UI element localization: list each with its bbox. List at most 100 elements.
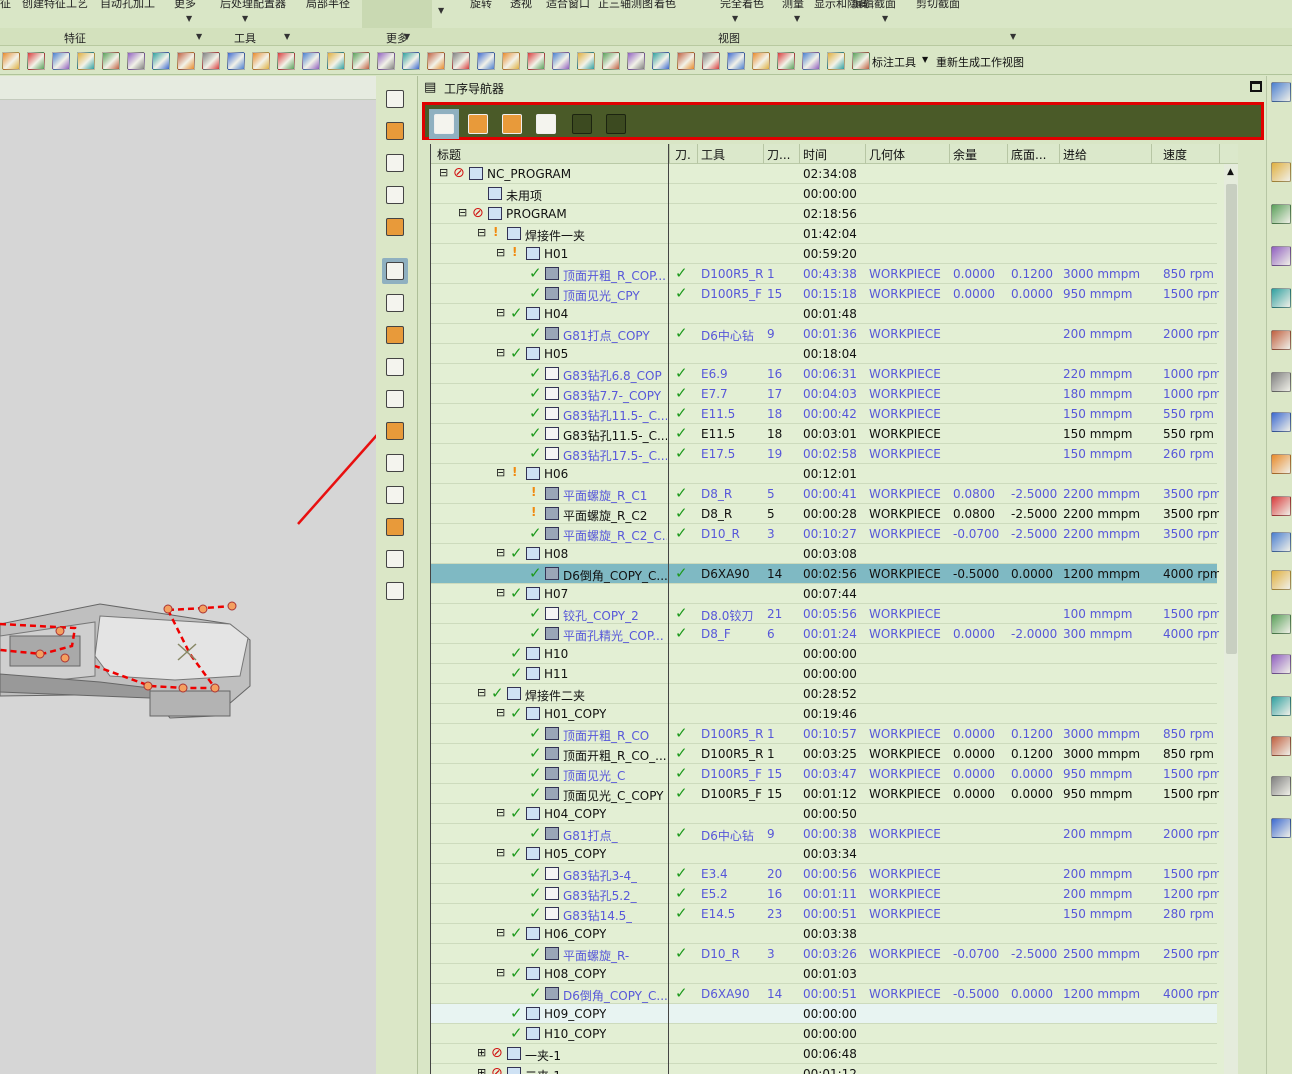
ribbon-item-11[interactable]: 完全着色 (720, 0, 764, 11)
fullshade-chevron-down-icon[interactable]: ▼ (794, 14, 800, 23)
table-row[interactable]: ✓ D6倒角_COPY_C... ✓ D6XA90 14 00:00:51 WORKPIEC… (431, 984, 1219, 1004)
table-row[interactable]: ✓ 平面孔精光_COP... ✓ D8_F 6 00:01:24 WORKPIECE 0.00… (431, 624, 1219, 644)
operation-name[interactable]: G83钻孔11.5-_C... (563, 427, 667, 444)
toolbar-tool-icon[interactable] (327, 52, 345, 70)
insert-tool-icon[interactable] (382, 86, 408, 112)
group-chevron-down-icon[interactable]: ▼ (196, 32, 202, 41)
operation-name[interactable]: 焊接件一夹 (525, 227, 585, 244)
operation-name[interactable]: H08 (544, 547, 568, 561)
insert-tool-icon[interactable] (382, 354, 408, 380)
operation-name[interactable]: 平面孔精光_COP... (563, 627, 664, 644)
operation-name[interactable]: H01 (544, 247, 568, 261)
chevron-down-icon[interactable]: ▼ (922, 55, 928, 64)
more-chevron-down-icon[interactable]: ▼ (186, 14, 192, 23)
table-row[interactable]: ⊟! 焊接件一夹 01:42:04 (431, 224, 1217, 244)
toolbar-tool-icon[interactable] (427, 52, 445, 70)
filter-icon[interactable] (567, 109, 597, 139)
toolbar-tool-icon[interactable] (152, 52, 170, 70)
maximize-icon[interactable] (1250, 81, 1262, 92)
toolbar-tool-icon[interactable] (27, 52, 45, 70)
expand-toggle-icon[interactable]: ⊟ (496, 586, 505, 599)
toolbar-tool-icon[interactable] (52, 52, 70, 70)
operation-name[interactable]: G83钻14.5_ (563, 907, 632, 924)
table-row[interactable]: ✓ H10_COPY 00:00:00 (431, 1024, 1217, 1044)
ribbon-item-10[interactable]: 着色 (654, 0, 676, 11)
column-header-6[interactable]: 余量 (953, 146, 977, 163)
table-row[interactable]: ✓ G83钻孔5.2_ ✓ E5.2 16 00:01:11 WORKPIECE 200 mm… (431, 884, 1219, 904)
resource-tab-icon[interactable] (1271, 204, 1291, 224)
toolbar-tool-icon[interactable] (677, 52, 695, 70)
ribbon-collapse-chevron-icon[interactable]: ▼ (438, 6, 444, 15)
toolbar-tool-icon[interactable] (652, 52, 670, 70)
ribbon-item-4[interactable]: 后处理配置器 (220, 0, 286, 11)
toolbar-tool-icon[interactable] (802, 52, 820, 70)
ribbon-item-9[interactable]: 正三轴测图 (598, 0, 653, 11)
table-row[interactable]: ✓ H09_COPY 00:00:00 (431, 1004, 1217, 1024)
ribbon-item-14[interactable]: 编辑截面 (852, 0, 896, 11)
ribbon-item-12[interactable]: 测量 (782, 0, 804, 11)
toolbar-tool-icon[interactable] (377, 52, 395, 70)
toolbar-tool-icon[interactable] (852, 52, 870, 70)
toolbar-tool-icon[interactable] (252, 52, 270, 70)
column-header-2[interactable]: 工具 (701, 146, 725, 163)
graphics-viewport[interactable] (0, 76, 376, 1074)
program-order-view-icon[interactable] (429, 109, 459, 139)
table-row[interactable]: ⊟ ✓ H01_COPY 00:19:46 (431, 704, 1217, 724)
toolbar-tool-icon[interactable] (402, 52, 420, 70)
table-row[interactable]: ⊟ ✓ H07 00:07:44 (431, 584, 1217, 604)
clear-filter-icon[interactable] (601, 109, 631, 139)
table-row[interactable]: ⊟ ✓ H06_COPY 00:03:38 (431, 924, 1217, 944)
toolbar-tool-icon[interactable] (727, 52, 745, 70)
ribbon-item-8[interactable]: 适合窗口 (546, 0, 590, 11)
ribbon-item-1[interactable]: 创建特征工艺 (22, 0, 88, 11)
resource-tab-icon[interactable] (1271, 288, 1291, 308)
annotation-tool-menu[interactable]: 标注工具 (872, 54, 916, 70)
table-row[interactable]: ✓ G83钻孔3-4_ ✓ E3.4 20 00:00:56 WORKPIECE 200 mm… (431, 864, 1219, 884)
operation-name[interactable]: H01_COPY (544, 707, 606, 721)
operation-name[interactable]: H04_COPY (544, 807, 606, 821)
operation-name[interactable]: 顶面开粗_R_CO (563, 727, 649, 744)
table-row[interactable]: ✓ H11 00:00:00 (431, 664, 1217, 684)
table-row[interactable]: ⊟! H06 00:12:01 (431, 464, 1217, 484)
table-row[interactable]: ✓ 顶面开粗_R_CO_... ✓ D100R5_R 1 00:03:25 WORKPIEC… (431, 744, 1217, 764)
toolbar-tool-icon[interactable] (602, 52, 620, 70)
operation-name[interactable]: G83钻孔6.8_COP (563, 367, 662, 384)
table-row[interactable]: ✓ G81打点_COPY ✓ D6中心钻 9 00:01:36 WORKPIECE 200 m… (431, 324, 1219, 344)
table-row[interactable]: ⊟ ✓ H04_COPY 00:00:50 (431, 804, 1217, 824)
table-row[interactable]: ✓ 顶面见光_C ✓ D100R5_F 15 00:03:47 WORKPIECE 0.000… (431, 764, 1219, 784)
operation-name[interactable]: H06 (544, 467, 568, 481)
insert-tool-icon[interactable] (382, 182, 408, 208)
toolbar-tool-icon[interactable] (552, 52, 570, 70)
ribbon-item-5[interactable]: 局部半径 (306, 0, 350, 11)
operation-name[interactable]: H09_COPY (544, 1007, 606, 1021)
insert-tool-icon[interactable] (382, 578, 408, 604)
operation-name[interactable]: G81打点_COPY (563, 327, 650, 344)
regenerate-view-button[interactable]: 重新生成工作视图 (936, 54, 1024, 70)
operation-name[interactable]: H10 (544, 647, 568, 661)
insert-tool-icon[interactable] (382, 118, 408, 144)
operation-name[interactable]: 顶面开粗_R_COP... (563, 267, 666, 284)
toolbar-tool-icon[interactable] (627, 52, 645, 70)
insert-tool-icon[interactable] (382, 150, 408, 176)
toolbar-tool-icon[interactable] (302, 52, 320, 70)
operation-name[interactable]: 平面螺旋_R_C1 (563, 487, 647, 504)
resource-tab-icon[interactable] (1271, 736, 1291, 756)
table-row[interactable]: ✓ D6倒角_COPY_C... ✓ D6XA90 14 00:02:56 WORKPIEC… (431, 564, 1219, 584)
toolbar-tool-icon[interactable] (577, 52, 595, 70)
toolbar-tool-icon[interactable] (102, 52, 120, 70)
table-row[interactable]: ✓ 平面螺旋_R_C2_C... ✓ D10_R 3 00:10:27 WORKPIECE -… (431, 524, 1219, 544)
operation-name[interactable]: 平面螺旋_R_C2 (563, 507, 647, 524)
resource-tab-icon[interactable] (1271, 162, 1291, 182)
table-row[interactable]: ⊟ ✓ H04 00:01:48 (431, 304, 1217, 324)
ribbon-item-3[interactable]: 更多 (174, 0, 196, 11)
expand-toggle-icon[interactable]: ⊞ (477, 1046, 486, 1059)
column-header-9[interactable]: 速度 (1163, 146, 1187, 163)
expand-toggle-icon[interactable]: ⊟ (496, 706, 505, 719)
vertical-scrollbar[interactable]: ▲ (1224, 164, 1238, 1074)
operation-name[interactable]: PROGRAM (506, 207, 567, 221)
resource-tab-icon[interactable] (1271, 614, 1291, 634)
column-header-1[interactable]: 刀. (675, 146, 691, 163)
table-row[interactable]: ⊟ ⊘ NC_PROGRAM 02:34:08 (431, 164, 1217, 184)
toolbar-tool-icon[interactable] (527, 52, 545, 70)
resource-tab-icon[interactable] (1271, 412, 1291, 432)
